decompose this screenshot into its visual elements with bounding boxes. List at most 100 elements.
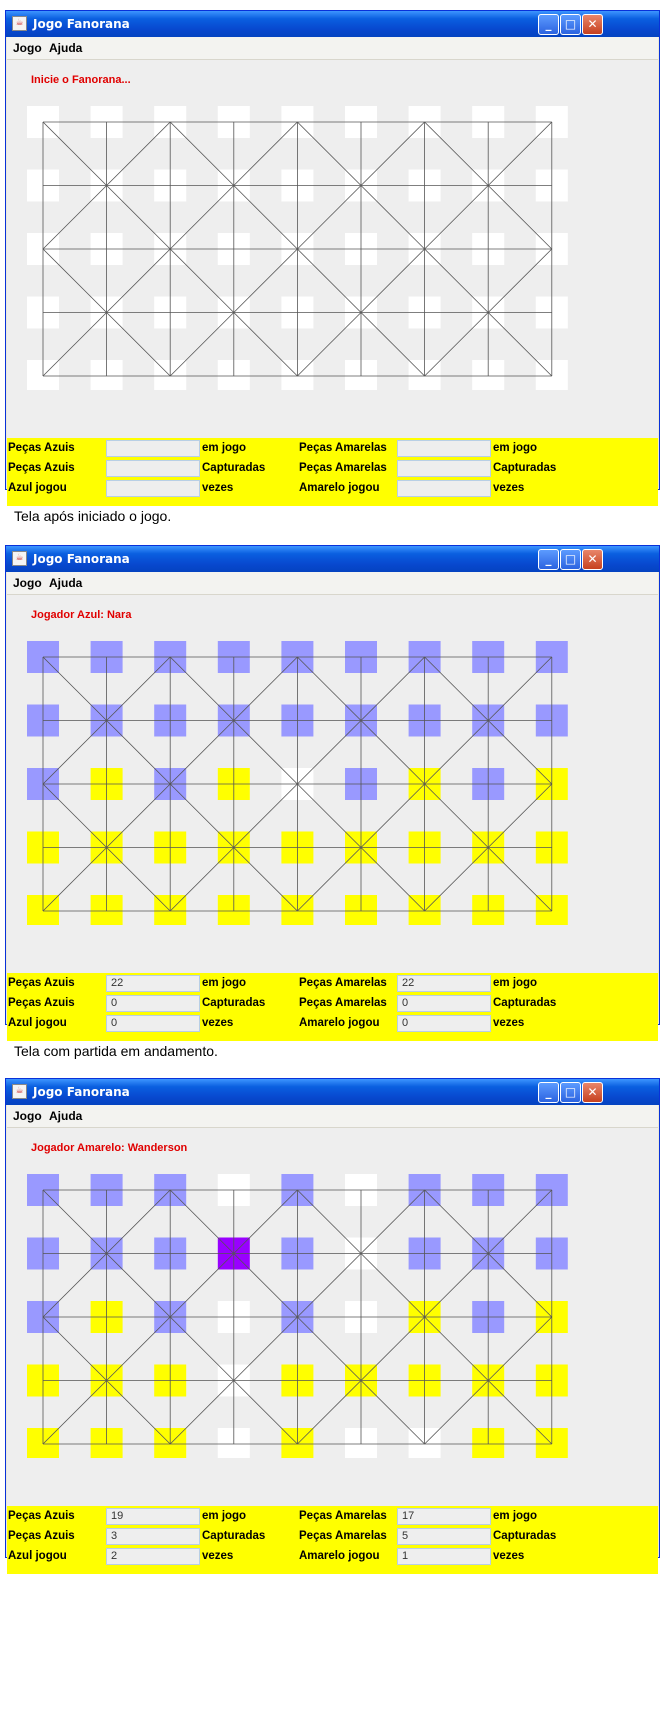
game-content: Inicie o Fanorana... — [7, 60, 658, 480]
field-yellow-captured[interactable]: 0 — [397, 995, 491, 1012]
app-window: ☕ Jogo Fanorana _ □ ✕ Jogo Ajuda Jogador Amarel… — [5, 1078, 660, 1574]
score-panel: Peças Azuis 19 em jogo Peças Amarelas 17 em j… — [7, 1506, 658, 1574]
suffix-blue-played: vezes — [202, 1550, 234, 1562]
field-yellow-in-game[interactable]: 17 — [397, 1508, 491, 1525]
field-yellow-played[interactable]: 1 — [397, 1548, 491, 1565]
menu-bar: Jogo Ajuda — [7, 1105, 658, 1128]
suffix-blue-played: vezes — [202, 482, 234, 494]
label-blue-captured: Peças Azuis — [8, 997, 75, 1009]
game-content: Jogador Amarelo: Wanderson — [7, 1128, 658, 1548]
label-blue-played: Azul jogou — [8, 482, 67, 494]
field-yellow-in-game[interactable] — [397, 440, 491, 457]
suffix-blue-in-game: em jogo — [202, 977, 247, 989]
window-title: Jogo Fanorana — [33, 1085, 130, 1099]
label-yellow-played: Amarelo jogou — [299, 1550, 380, 1562]
close-button[interactable]: ✕ — [582, 14, 603, 35]
menu-jogo[interactable]: Jogo — [13, 1109, 42, 1123]
menu-ajuda[interactable]: Ajuda — [49, 1109, 82, 1123]
label-yellow-played: Amarelo jogou — [299, 482, 380, 494]
status-message: Jogador Amarelo: Wanderson — [31, 1142, 188, 1154]
suffix-yellow-played: vezes — [493, 1017, 525, 1029]
close-button[interactable]: ✕ — [582, 549, 603, 570]
suffix-yellow-captured: Capturadas — [493, 997, 557, 1009]
suffix-yellow-played: vezes — [493, 1550, 525, 1562]
suffix-blue-in-game: em jogo — [202, 442, 247, 454]
maximize-button[interactable]: □ — [560, 549, 581, 570]
field-blue-in-game[interactable]: 22 — [106, 975, 200, 992]
title-bar[interactable]: ☕ Jogo Fanorana _ □ ✕ — [6, 546, 659, 572]
suffix-blue-captured: Capturadas — [202, 997, 266, 1009]
score-panel: Peças Azuis em jogo Peças Amarelas em jogo P… — [7, 438, 658, 506]
suffix-blue-captured: Capturadas — [202, 462, 266, 474]
menu-jogo[interactable]: Jogo — [13, 576, 42, 590]
label-yellow-captured: Peças Amarelas — [299, 462, 387, 474]
label-yellow-played: Amarelo jogou — [299, 1017, 380, 1029]
figure-caption: Tela após iniciado o jogo. — [14, 508, 172, 524]
java-app-icon: ☕ — [12, 551, 27, 566]
suffix-yellow-captured: Capturadas — [493, 1530, 557, 1542]
field-blue-played[interactable]: 2 — [106, 1548, 200, 1565]
label-blue-in-game: Peças Azuis — [8, 442, 75, 454]
field-yellow-in-game[interactable]: 22 — [397, 975, 491, 992]
field-yellow-played[interactable] — [397, 480, 491, 497]
fanorana-board[interactable] — [7, 595, 607, 925]
minimize-button[interactable]: _ — [538, 14, 559, 35]
field-blue-played[interactable]: 0 — [106, 1015, 200, 1032]
label-yellow-captured: Peças Amarelas — [299, 997, 387, 1009]
app-window: ☕ Jogo Fanorana _ □ ✕ Jogo Ajuda Jogador Azul: … — [5, 545, 660, 1041]
minimize-button[interactable]: _ — [538, 1082, 559, 1103]
label-blue-in-game: Peças Azuis — [8, 1510, 75, 1522]
label-yellow-in-game: Peças Amarelas — [299, 442, 387, 454]
maximize-button[interactable]: □ — [560, 14, 581, 35]
menu-bar: Jogo Ajuda — [7, 37, 658, 60]
board-lines — [42, 121, 553, 377]
figure-caption: Tela com partida em andamento. — [14, 1043, 218, 1059]
fanorana-board[interactable] — [7, 60, 607, 390]
title-bar[interactable]: ☕ Jogo Fanorana _ □ ✕ — [6, 1079, 659, 1105]
field-blue-in-game[interactable]: 19 — [106, 1508, 200, 1525]
game-content: Jogador Azul: Nara — [7, 595, 658, 1015]
menu-ajuda[interactable]: Ajuda — [49, 41, 82, 55]
minimize-button[interactable]: _ — [538, 549, 559, 570]
field-blue-captured[interactable]: 3 — [106, 1528, 200, 1545]
app-window: ☕ Jogo Fanorana _ □ ✕ Jogo Ajuda Inicie o Fanor… — [5, 10, 660, 506]
label-blue-in-game: Peças Azuis — [8, 977, 75, 989]
suffix-yellow-in-game: em jogo — [493, 1510, 538, 1522]
title-bar[interactable]: ☕ Jogo Fanorana _ □ ✕ — [6, 11, 659, 37]
score-panel: Peças Azuis 22 em jogo Peças Amarelas 22 em j… — [7, 973, 658, 1041]
suffix-yellow-in-game: em jogo — [493, 977, 538, 989]
status-message: Inicie o Fanorana... — [31, 74, 131, 86]
board-lines — [42, 656, 553, 912]
label-yellow-in-game: Peças Amarelas — [299, 1510, 387, 1522]
window-title: Jogo Fanorana — [33, 17, 130, 31]
suffix-blue-in-game: em jogo — [202, 1510, 247, 1522]
menu-ajuda[interactable]: Ajuda — [49, 576, 82, 590]
window-title: Jogo Fanorana — [33, 552, 130, 566]
label-blue-played: Azul jogou — [8, 1550, 67, 1562]
field-blue-in-game[interactable] — [106, 440, 200, 457]
field-blue-captured[interactable] — [106, 460, 200, 477]
suffix-yellow-in-game: em jogo — [493, 442, 538, 454]
label-blue-captured: Peças Azuis — [8, 1530, 75, 1542]
field-blue-captured[interactable]: 0 — [106, 995, 200, 1012]
suffix-yellow-played: vezes — [493, 482, 525, 494]
fanorana-board[interactable] — [7, 1128, 607, 1458]
label-blue-captured: Peças Azuis — [8, 462, 75, 474]
suffix-blue-played: vezes — [202, 1017, 234, 1029]
field-yellow-captured[interactable] — [397, 460, 491, 477]
menu-bar: Jogo Ajuda — [7, 572, 658, 595]
label-yellow-in-game: Peças Amarelas — [299, 977, 387, 989]
field-yellow-captured[interactable]: 5 — [397, 1528, 491, 1545]
java-app-icon: ☕ — [12, 1084, 27, 1099]
board-lines — [42, 1189, 553, 1445]
field-blue-played[interactable] — [106, 480, 200, 497]
maximize-button[interactable]: □ — [560, 1082, 581, 1103]
suffix-blue-captured: Capturadas — [202, 1530, 266, 1542]
suffix-yellow-captured: Capturadas — [493, 462, 557, 474]
field-yellow-played[interactable]: 0 — [397, 1015, 491, 1032]
menu-jogo[interactable]: Jogo — [13, 41, 42, 55]
close-button[interactable]: ✕ — [582, 1082, 603, 1103]
status-message: Jogador Azul: Nara — [31, 609, 132, 621]
label-blue-played: Azul jogou — [8, 1017, 67, 1029]
java-app-icon: ☕ — [12, 16, 27, 31]
